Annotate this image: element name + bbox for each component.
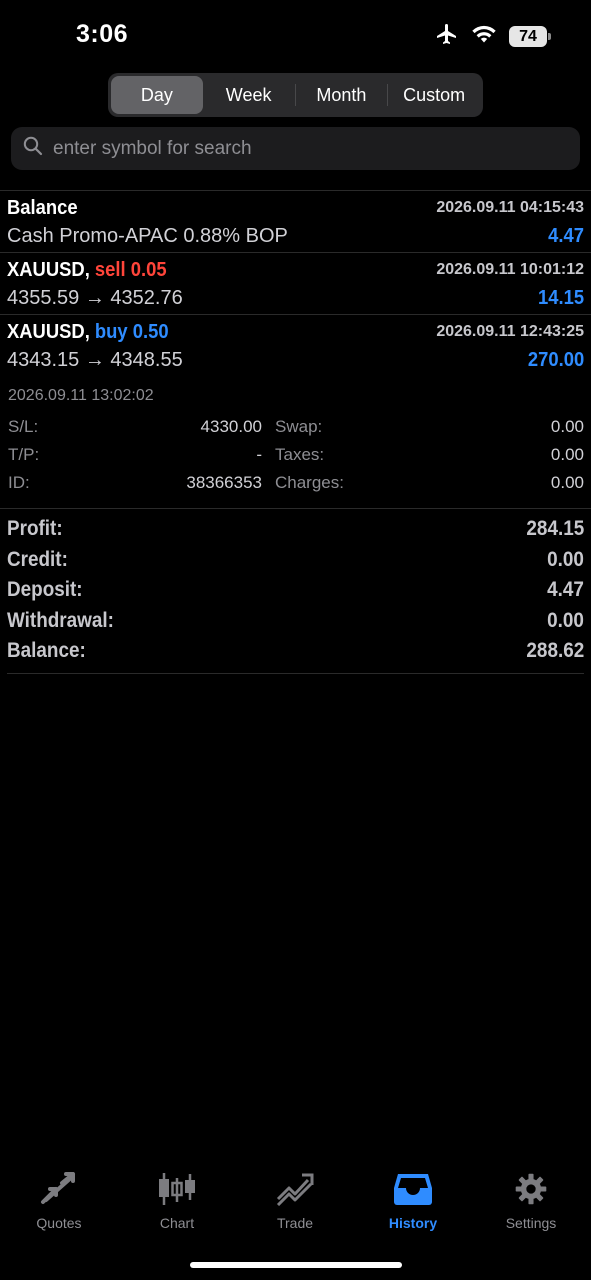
- search-bar: [11, 127, 580, 170]
- period-custom[interactable]: Custom: [388, 76, 480, 114]
- wifi-icon: [471, 24, 497, 49]
- status-icons: 74: [435, 22, 551, 51]
- row-time: 2026.09.11 12:43:25: [436, 323, 584, 340]
- tp-label: T/P:: [8, 445, 40, 464]
- row-time: 2026.09.11 10:01:12: [436, 261, 584, 278]
- tab-label: History: [388, 1215, 438, 1231]
- summary-value: 0.00: [547, 608, 584, 632]
- taxes-label: Taxes:: [275, 445, 325, 464]
- history-list: Balance 2026.09.11 04:15:43 Cash Promo-A…: [0, 190, 591, 508]
- row-symbol: XAUUSD,: [7, 259, 90, 281]
- row-prices: 4355.59 → 4352.76: [7, 287, 183, 309]
- battery-level: 74: [519, 27, 537, 45]
- row-value: 270.00: [527, 349, 584, 371]
- row-subtitle: Cash Promo-APAC 0.88% BOP: [7, 225, 288, 247]
- period-day[interactable]: Day: [111, 76, 203, 114]
- taxes-value: 0.00: [550, 445, 584, 464]
- row-action-sell: sell 0.05: [94, 259, 167, 281]
- tab-settings[interactable]: Settings: [472, 1172, 590, 1231]
- summary-label: Profit:: [7, 517, 63, 540]
- summary-credit: Credit: 0.00: [0, 540, 591, 571]
- summary: Profit: 284.15 Credit: 0.00 Deposit: 4.4…: [0, 508, 591, 662]
- summary-label: Credit:: [7, 547, 68, 571]
- row-prices: 4343.15 → 4348.55: [7, 349, 183, 371]
- row-value: 4.47: [548, 225, 584, 247]
- home-indicator: [190, 1262, 402, 1268]
- quotes-icon: [39, 1172, 79, 1211]
- sl-value: 4330.00: [200, 417, 262, 436]
- summary-withdrawal: Withdrawal: 0.00: [0, 601, 591, 632]
- trade-icon: [275, 1172, 315, 1211]
- id-label: ID:: [8, 473, 30, 492]
- summary-label: Deposit:: [7, 578, 83, 601]
- summary-label: Balance:: [7, 639, 86, 662]
- search-icon: [23, 136, 43, 161]
- airplane-mode-icon: [435, 22, 459, 51]
- status-bar: 3:06 74: [0, 0, 591, 70]
- tab-bar: Quotes Chart Trade History Settings: [0, 1160, 591, 1250]
- swap-value: 0.00: [550, 417, 584, 436]
- summary-label: Withdrawal:: [7, 608, 114, 632]
- summary-deposit: Deposit: 4.47: [0, 570, 591, 601]
- tab-trade[interactable]: Trade: [236, 1172, 354, 1231]
- charges-label: Charges:: [275, 473, 344, 492]
- row-symbol: XAUUSD,: [7, 321, 90, 343]
- tp-value: -: [256, 445, 262, 464]
- row-value: 14.15: [537, 287, 584, 309]
- row-time: 2026.09.11 04:15:43: [436, 199, 584, 216]
- summary-profit: Profit: 284.15: [0, 509, 591, 540]
- id-value: 38366353: [186, 473, 262, 492]
- charges-value: 0.00: [550, 473, 584, 492]
- summary-value: 0.00: [547, 547, 584, 571]
- summary-value: 4.47: [547, 578, 584, 601]
- search-input[interactable]: [51, 136, 555, 161]
- row-title: XAUUSD, buy 0.50: [7, 321, 169, 344]
- tab-label: Settings: [505, 1215, 557, 1231]
- summary-value: 284.15: [526, 517, 584, 540]
- period-segmented-control: Day Week Month Custom: [108, 73, 483, 117]
- close-time: 2026.09.11 13:02:02: [8, 387, 154, 404]
- history-row-trade-expanded[interactable]: XAUUSD, buy 0.50 2026.09.11 12:43:25 434…: [0, 314, 591, 508]
- tab-quotes[interactable]: Quotes: [0, 1172, 118, 1231]
- summary-balance: Balance: 288.62: [0, 631, 591, 662]
- tab-chart[interactable]: Chart: [118, 1172, 236, 1231]
- tab-label: Trade: [276, 1215, 314, 1231]
- history-tray-icon: [393, 1172, 433, 1211]
- row-action-buy: buy 0.50: [94, 321, 169, 343]
- status-time: 3:06: [76, 20, 129, 48]
- history-row-balance[interactable]: Balance 2026.09.11 04:15:43 Cash Promo-A…: [0, 190, 591, 252]
- swap-label: Swap:: [275, 417, 323, 436]
- row-title: Balance: [7, 197, 78, 219]
- row-title: XAUUSD, sell 0.05: [7, 259, 167, 282]
- battery-icon: 74: [509, 26, 551, 47]
- divider: [7, 673, 584, 674]
- tab-label: Chart: [159, 1215, 195, 1231]
- chart-candles-icon: [157, 1172, 197, 1211]
- tab-label: Quotes: [36, 1215, 82, 1231]
- history-row-trade[interactable]: XAUUSD, sell 0.05 2026.09.11 10:01:12 43…: [0, 252, 591, 314]
- sl-label: S/L:: [8, 417, 39, 436]
- tab-history[interactable]: History: [354, 1172, 472, 1231]
- summary-value: 288.62: [526, 639, 584, 662]
- gear-icon: [511, 1172, 551, 1211]
- period-month[interactable]: Month: [296, 76, 388, 114]
- period-week[interactable]: Week: [203, 76, 295, 114]
